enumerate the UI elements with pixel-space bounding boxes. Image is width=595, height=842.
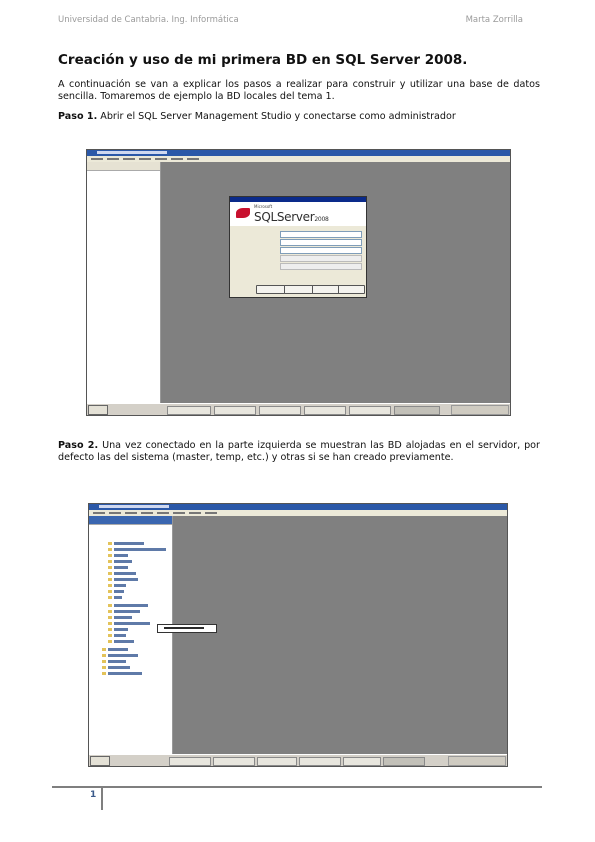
- connect-button: [256, 285, 285, 294]
- dialog-logo-sqlserver: SQLServer2008: [254, 210, 329, 224]
- user-name-field: [280, 255, 362, 262]
- server-name-field: [280, 239, 362, 246]
- step-2-paragraph: Paso 2. Una vez conectado en la parte iz…: [58, 440, 540, 465]
- authentication-field: [280, 247, 362, 254]
- step-1-label: Paso 1.: [58, 111, 98, 122]
- step-1-paragraph: Paso 1. Abrir el SQL Server Management S…: [58, 111, 540, 123]
- header-author: Marta Zorrilla: [465, 15, 523, 25]
- page-number: 1: [90, 790, 97, 800]
- help-button: [312, 285, 341, 294]
- cancel-button: [284, 285, 313, 294]
- windows-taskbar: [89, 754, 507, 766]
- document-title: Creación y uso de mi primera BD en SQL S…: [58, 52, 468, 68]
- header-institution: Universidad de Cantabria. Ing. Informáti…: [58, 15, 239, 25]
- system-tray: [448, 756, 506, 766]
- object-explorer-panel: [87, 162, 161, 404]
- footer-separator: [101, 788, 103, 810]
- dialog-banner: Microsoft SQLServer2008: [230, 202, 366, 226]
- sql-server-logo-icon: [236, 208, 250, 218]
- screenshot-ssms-explorer: [88, 503, 508, 767]
- start-button: [88, 405, 108, 415]
- system-tray: [451, 405, 509, 415]
- step-2-label: Paso 2.: [58, 440, 99, 451]
- options-button: [338, 285, 365, 294]
- server-type-field: [280, 231, 362, 238]
- footer-rule: [52, 786, 542, 788]
- dialog-logo-microsoft: Microsoft: [254, 204, 273, 209]
- step-1-text: Abrir el SQL Server Management Studio y …: [100, 111, 456, 122]
- connect-to-server-dialog: Microsoft SQLServer2008: [229, 196, 367, 298]
- start-button: [90, 756, 110, 766]
- step-2-text: Una vez conectado en la parte izquierda …: [58, 440, 540, 464]
- windows-taskbar: [87, 403, 510, 415]
- object-explorer-panel: [89, 516, 173, 755]
- password-field: [280, 263, 362, 270]
- context-menu: [157, 624, 217, 633]
- intro-paragraph: A continuación se van a explicar los pas…: [58, 79, 540, 103]
